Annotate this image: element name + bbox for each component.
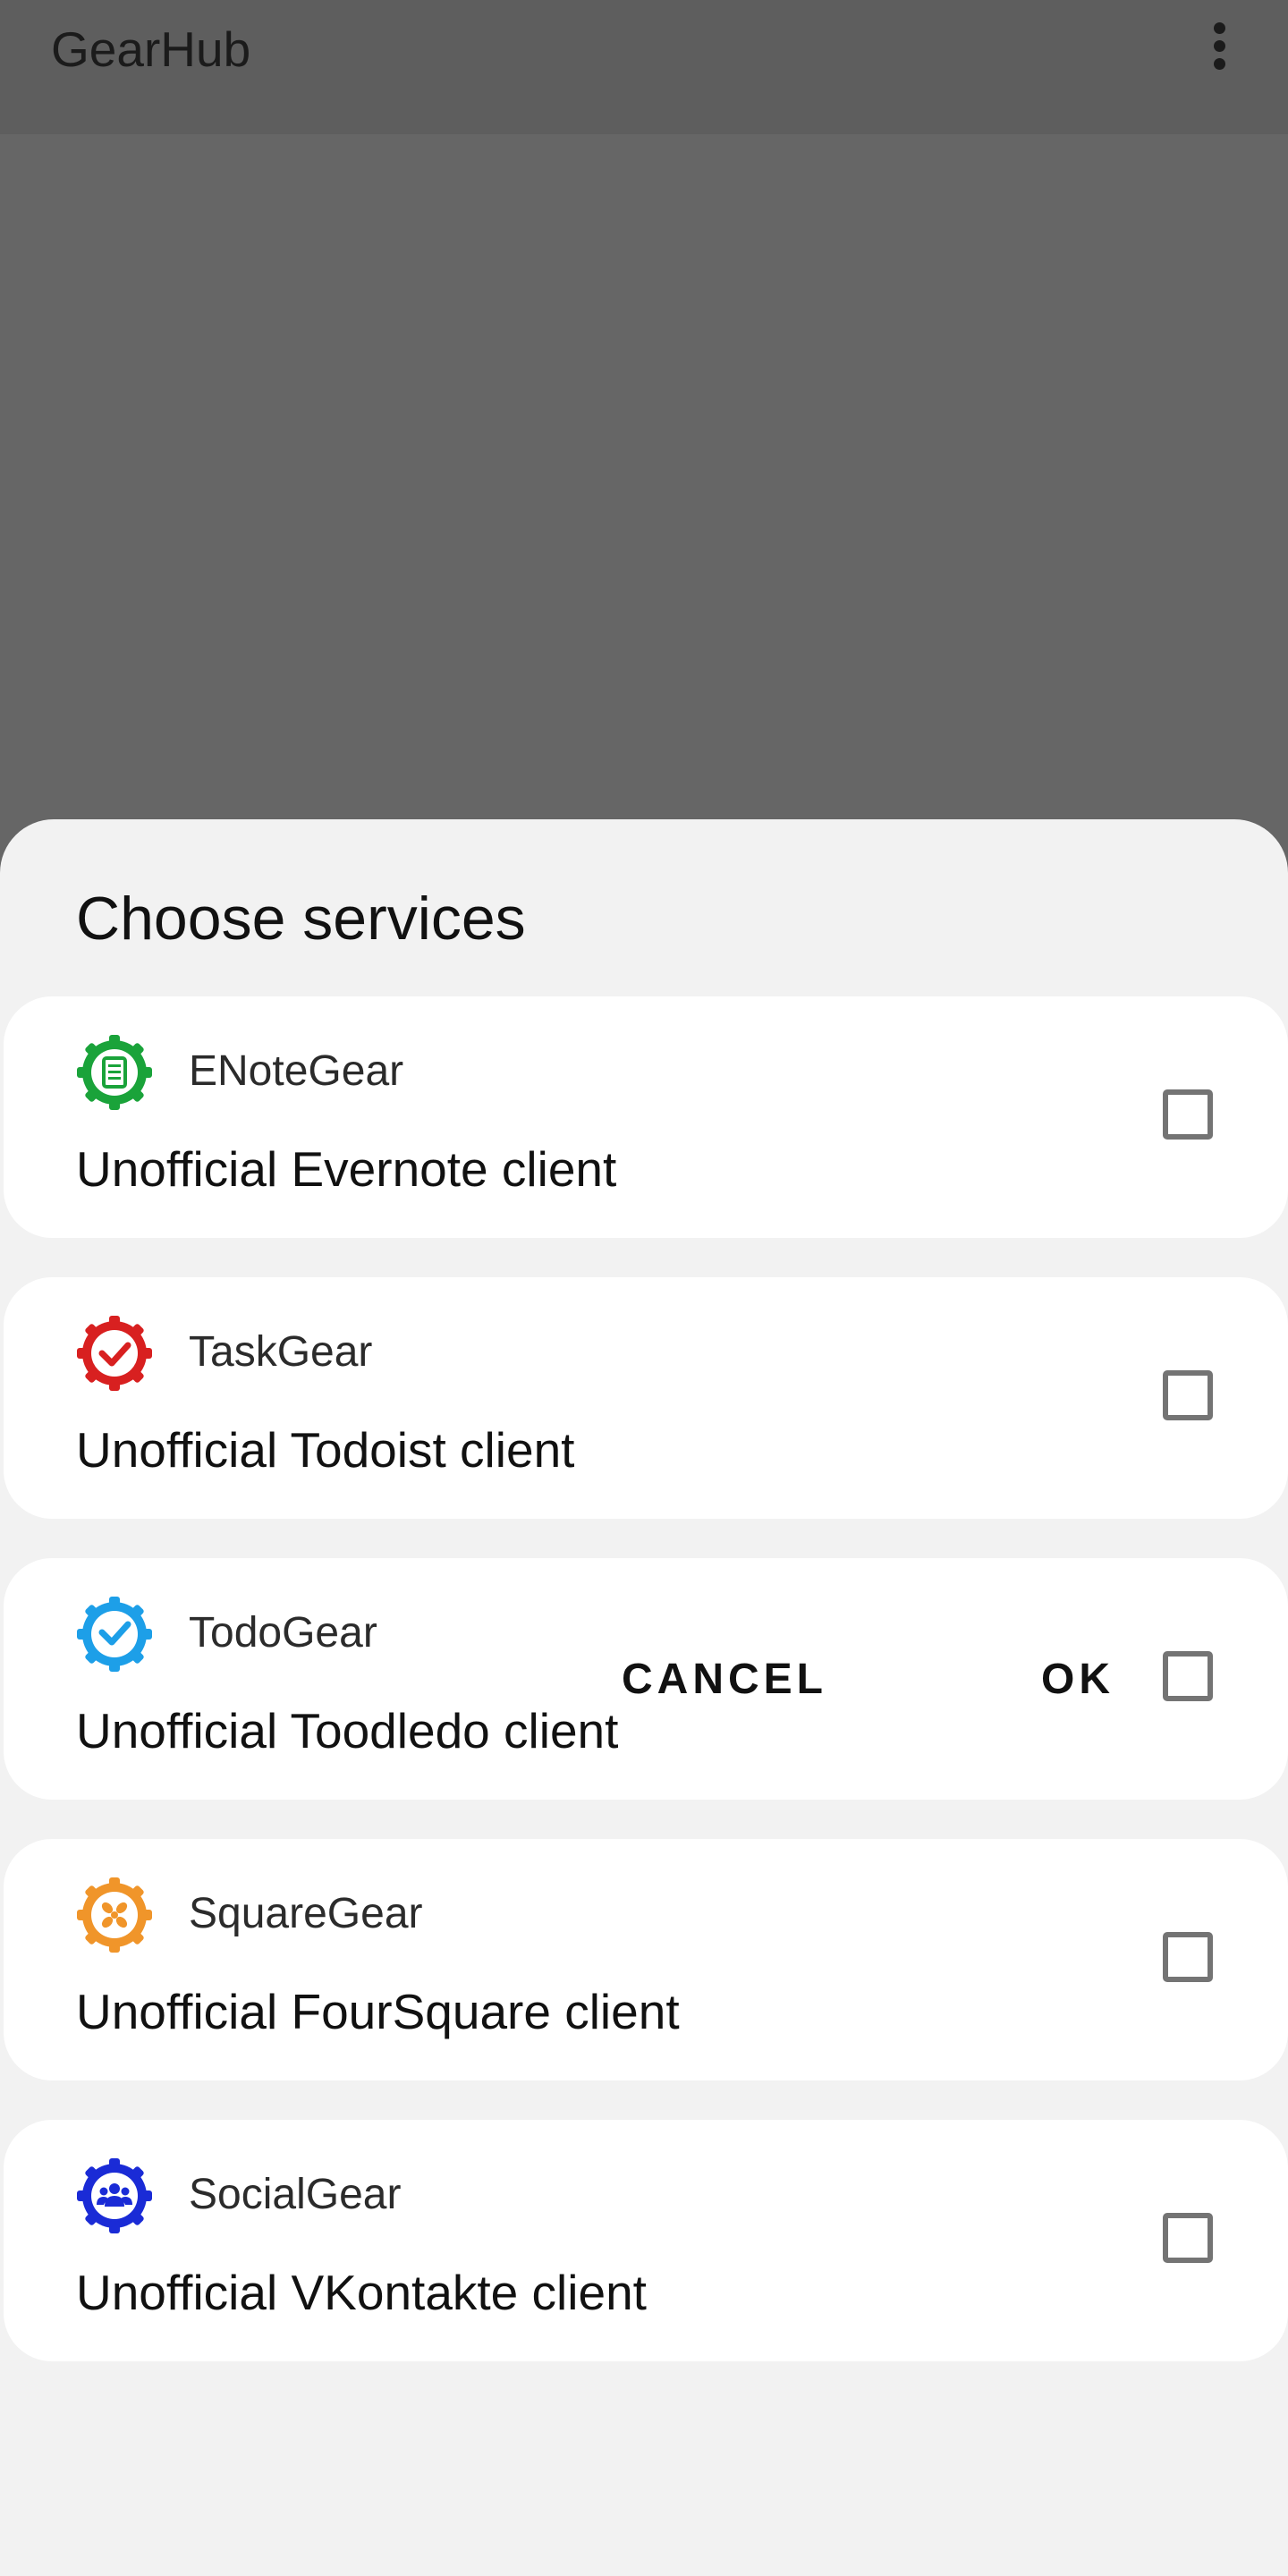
squaregear-icon — [77, 1877, 152, 1953]
dialog-scrim[interactable] — [0, 134, 1288, 819]
service-checkbox[interactable] — [1163, 2213, 1213, 2263]
service-description: Unofficial VKontakte client — [76, 2265, 647, 2320]
service-description: Unofficial FourSquare client — [76, 1984, 680, 2039]
service-description: Unofficial Todoist client — [76, 1422, 575, 1478]
enotegear-icon — [77, 1035, 152, 1110]
service-checkbox[interactable] — [1163, 1089, 1213, 1140]
more-options-icon[interactable] — [1190, 16, 1249, 75]
service-item-socialgear[interactable]: SocialGear Unofficial VKontakte client — [4, 2120, 1288, 2361]
service-checkbox[interactable] — [1163, 1932, 1213, 1982]
dialog-title: Choose services — [76, 885, 526, 953]
service-name: SocialGear — [189, 2171, 402, 2218]
socialgear-icon — [77, 2158, 152, 2233]
service-name: ENoteGear — [189, 1047, 404, 1095]
service-description: Unofficial Evernote client — [76, 1141, 617, 1197]
service-item-taskgear[interactable]: TaskGear Unofficial Todoist client — [4, 1277, 1288, 1519]
app-bar: GearHub — [0, 0, 1288, 134]
service-name: SquareGear — [189, 1890, 423, 1937]
service-item-squaregear[interactable]: SquareGear Unofficial FourSquare client — [4, 1839, 1288, 2080]
service-item-enotegear[interactable]: ENoteGear Unofficial Evernote client — [4, 996, 1288, 1238]
app-title: GearHub — [51, 21, 251, 77]
service-checkbox[interactable] — [1163, 1370, 1213, 1420]
taskgear-icon — [77, 1316, 152, 1391]
service-name: TaskGear — [189, 1328, 373, 1376]
dialog-actions: CANCEL OK — [0, 1626, 1288, 1733]
ok-button[interactable]: OK — [1020, 1626, 1136, 1733]
cancel-button[interactable]: CANCEL — [599, 1626, 850, 1733]
